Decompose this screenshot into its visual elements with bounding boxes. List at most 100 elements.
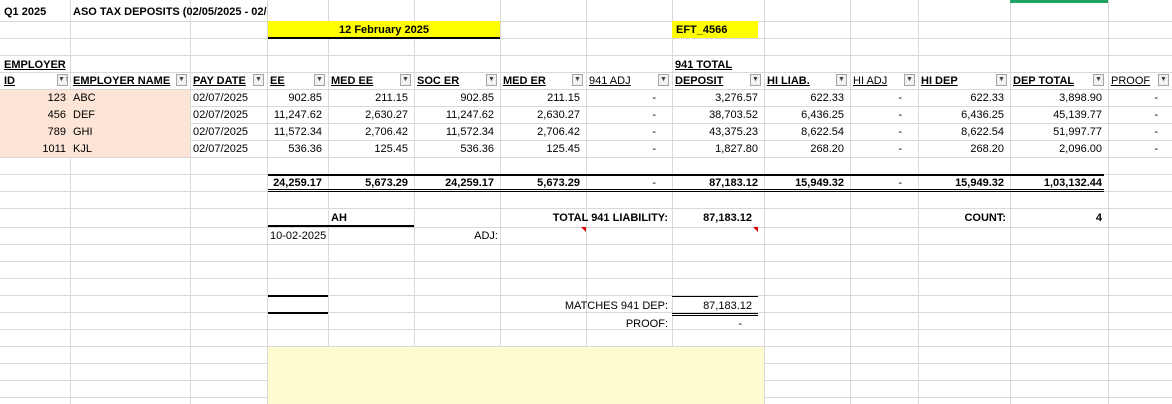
employer-name-cell[interactable]: GHI [73,124,93,140]
adj941-cell[interactable]: - [586,90,656,106]
col-hi-liab[interactable]: HI LIAB. [767,73,810,89]
ee-cell[interactable]: 11,572.34 [268,124,322,140]
total-941-deposit[interactable]: 87,183.12 [672,175,758,191]
total-ee[interactable]: 24,259.17 [268,175,322,191]
dropdown-arrow-icon[interactable]: ▼ [486,74,497,86]
total941-cell[interactable]: 38,703.52 [672,107,758,123]
proof-cell[interactable]: - [1108,141,1158,157]
dep-total-cell[interactable]: 3,898.90 [1010,90,1102,106]
hi-liab-cell[interactable]: 6,436.25 [764,107,844,123]
dropdown-arrow-icon[interactable]: ▼ [1158,74,1169,86]
col-med-ee[interactable]: MED EE [331,73,373,89]
count-value[interactable]: 4 [1010,210,1102,226]
dep-total-cell[interactable]: 45,139.77 [1010,107,1102,123]
soc-er-cell[interactable]: 536.36 [414,141,494,157]
proof-cell[interactable]: - [1108,124,1158,140]
total-med-er[interactable]: 5,673.29 [500,175,580,191]
employer-id-cell[interactable]: 456 [4,107,66,123]
proof-cell[interactable]: - [1108,107,1158,123]
dropdown-arrow-icon[interactable]: ▼ [750,74,761,86]
ee-cell[interactable]: 902.85 [268,90,322,106]
pay-date-cell[interactable]: 02/07/2025 [193,124,248,140]
col-dep-total[interactable]: DEP TOTAL [1013,73,1074,89]
hi-adj-cell[interactable]: - [850,90,902,106]
col-med-er[interactable]: MED ER [503,73,546,89]
dropdown-arrow-icon[interactable]: ▼ [836,74,847,86]
hi-dep-cell[interactable]: 268.20 [918,141,1004,157]
employer-name-cell[interactable]: ABC [73,90,96,106]
pay-date-cell[interactable]: 02/07/2025 [193,141,248,157]
total-hi-adj[interactable]: - [850,175,902,191]
total941-cell[interactable]: 1,827.80 [672,141,758,157]
soc-er-cell[interactable]: 902.85 [414,90,494,106]
hi-liab-cell[interactable]: 268.20 [764,141,844,157]
col-941-total-deposit[interactable]: DEPOSIT [675,73,723,89]
dropdown-arrow-icon[interactable]: ▼ [253,74,264,86]
col-941-adj[interactable]: 941 ADJ [589,73,631,89]
total-dep-total[interactable]: 1,03,132.44 [1010,175,1102,191]
total-soc-er[interactable]: 24,259.17 [414,175,494,191]
col-ee[interactable]: EE [270,73,285,89]
employer-id-cell[interactable]: 1011 [4,141,66,157]
col-soc-er[interactable]: SOC ER [417,73,459,89]
dropdown-arrow-icon[interactable]: ▼ [1093,74,1104,86]
pay-date-cell[interactable]: 02/07/2025 [193,90,248,106]
hi-liab-cell[interactable]: 8,622.54 [764,124,844,140]
dep-total-cell[interactable]: 51,997.77 [1010,124,1102,140]
dropdown-arrow-icon[interactable]: ▼ [400,74,411,86]
med-er-cell[interactable]: 2,630.27 [500,107,580,123]
hi-dep-cell[interactable]: 6,436.25 [918,107,1004,123]
med-ee-cell[interactable]: 211.15 [328,90,408,106]
hi-adj-cell[interactable]: - [850,141,902,157]
hi-liab-cell[interactable]: 622.33 [764,90,844,106]
adj941-cell[interactable]: - [586,141,656,157]
dropdown-arrow-icon[interactable]: ▼ [314,74,325,86]
col-hi-adj[interactable]: HI ADJ [853,73,887,89]
total-med-ee[interactable]: 5,673.29 [328,175,408,191]
employer-name-cell[interactable]: DEF [73,107,95,123]
dep-total-cell[interactable]: 2,096.00 [1010,141,1102,157]
col-employer-name[interactable]: EMPLOYER NAME [73,73,170,89]
pay-date-cell[interactable]: 02/07/2025 [193,107,248,123]
med-ee-cell[interactable]: 2,630.27 [328,107,408,123]
hi-adj-cell[interactable]: - [850,124,902,140]
dropdown-arrow-icon[interactable]: ▼ [572,74,583,86]
total-hi-dep[interactable]: 15,949.32 [918,175,1004,191]
col-proof[interactable]: PROOF [1111,73,1150,89]
ee-cell[interactable]: 11,247.62 [268,107,322,123]
med-er-cell[interactable]: 2,706.42 [500,124,580,140]
total941-cell[interactable]: 3,276.57 [672,90,758,106]
soc-er-cell[interactable]: 11,572.34 [414,124,494,140]
med-ee-cell[interactable]: 2,706.42 [328,124,408,140]
med-ee-cell[interactable]: 125.45 [328,141,408,157]
dropdown-arrow-icon[interactable]: ▼ [176,74,187,86]
ee-cell[interactable]: 536.36 [268,141,322,157]
med-er-cell[interactable]: 211.15 [500,90,580,106]
hi-dep-cell[interactable]: 8,622.54 [918,124,1004,140]
employer-id-cell[interactable]: 789 [4,124,66,140]
col-pay-date[interactable]: PAY DATE [193,73,246,89]
soc-er-cell[interactable]: 11,247.62 [414,107,494,123]
dropdown-arrow-icon[interactable]: ▼ [904,74,915,86]
adj941-cell[interactable]: - [586,124,656,140]
sort-filter-icon[interactable]: ▼↑ [57,74,68,86]
sheet-title: ASO TAX DEPOSITS (02/05/2025 - 02/0 [73,6,267,18]
hi-adj-cell[interactable]: - [850,107,902,123]
proof-value[interactable]: - [672,316,742,332]
col-hi-dep[interactable]: HI DEP [921,73,958,89]
ah-date[interactable]: 10-02-2025 [270,228,326,244]
total941-cell[interactable]: 43,375.23 [672,124,758,140]
matches-value[interactable]: 87,183.12 [672,298,752,314]
total-liability-value[interactable]: 87,183.12 [672,210,752,226]
dropdown-arrow-icon[interactable]: ▼ [658,74,669,86]
proof-cell[interactable]: - [1108,90,1158,106]
total-hi-liab[interactable]: 15,949.32 [764,175,844,191]
adj941-cell[interactable]: - [586,107,656,123]
col-employer-id[interactable]: ID [4,73,15,89]
med-er-cell[interactable]: 125.45 [500,141,580,157]
dropdown-arrow-icon[interactable]: ▼ [996,74,1007,86]
total-adj941[interactable]: - [586,175,656,191]
employer-name-cell[interactable]: KJL [73,141,92,157]
hi-dep-cell[interactable]: 622.33 [918,90,1004,106]
employer-id-cell[interactable]: 123 [4,90,66,106]
